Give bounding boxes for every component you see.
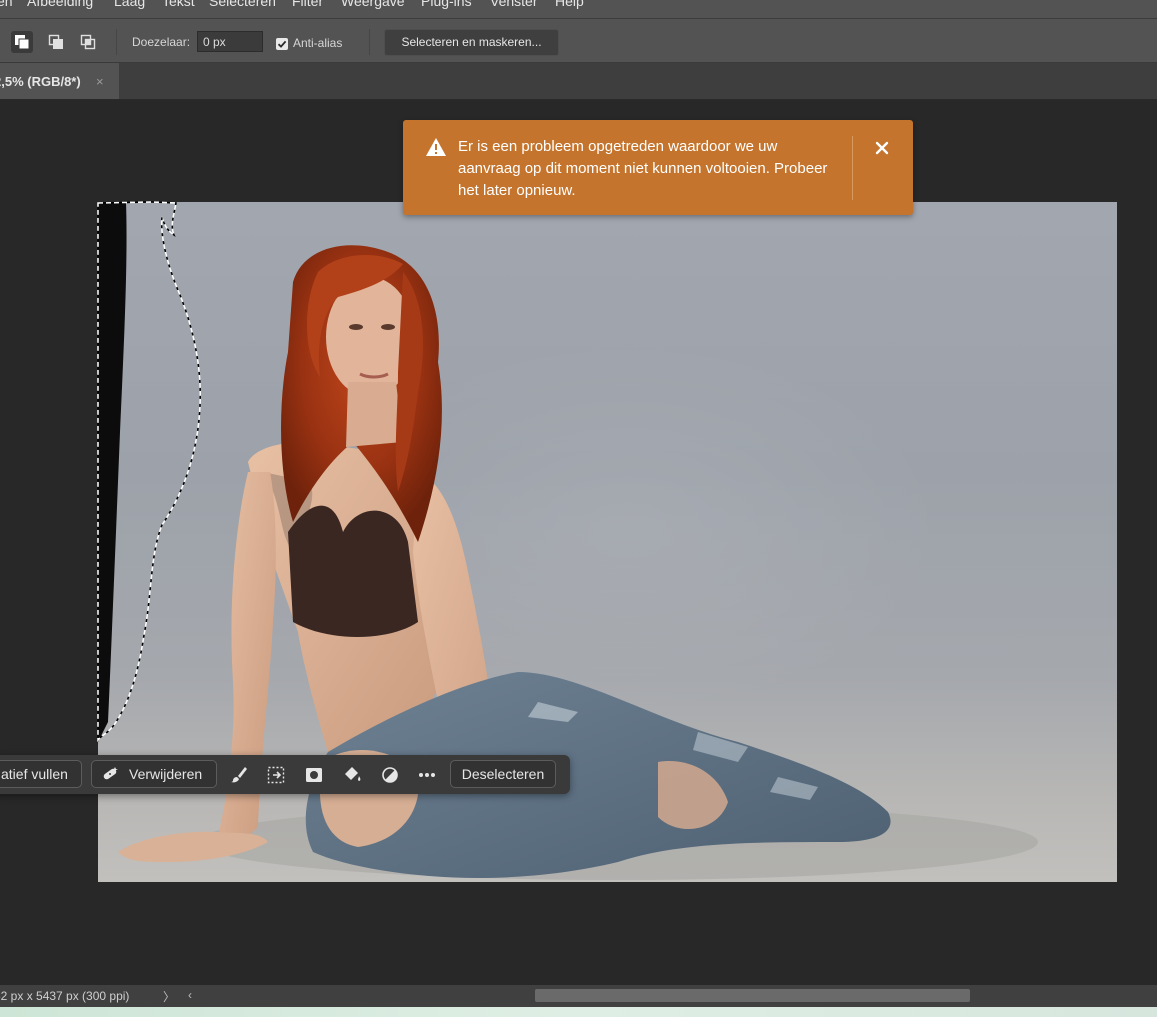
- menu-window[interactable]: Venster: [490, 0, 537, 9]
- options-divider: [369, 29, 370, 55]
- select-and-mask-button[interactable]: Selecteren en maskeren...: [384, 29, 559, 56]
- antialias-checkbox[interactable]: [276, 38, 288, 50]
- menu-edit[interactable]: en: [0, 0, 13, 9]
- deselect-button[interactable]: Deselecteren: [450, 760, 556, 788]
- menu-view[interactable]: Weergave: [341, 0, 405, 9]
- brush-icon[interactable]: [229, 765, 249, 785]
- add-to-selection-button[interactable]: [45, 31, 67, 53]
- remove-label: Verwijderen: [129, 766, 203, 782]
- horizontal-scrollbar[interactable]: [535, 989, 970, 1002]
- adjustment-icon[interactable]: [380, 765, 400, 785]
- options-divider: [116, 29, 117, 55]
- menu-filter[interactable]: Filter: [292, 0, 323, 9]
- warning-icon: [426, 138, 446, 156]
- more-icon[interactable]: [417, 765, 437, 785]
- menu-help[interactable]: Help: [555, 0, 584, 9]
- menu-select[interactable]: Selecteren: [209, 0, 276, 9]
- options-bar: Doezelaar: Anti-alias Selecteren en mask…: [0, 18, 1157, 63]
- new-selection-button[interactable]: [11, 31, 33, 53]
- menu-bar: en Afbeelding Laag Tekst Selecteren Filt…: [0, 0, 1157, 18]
- intersect-selection-button[interactable]: [77, 31, 99, 53]
- antialias-label: Anti-alias: [293, 36, 343, 50]
- toast-divider: [852, 136, 853, 200]
- document-tab-bar: 2,5% (RGB/8*) ×: [0, 63, 1157, 100]
- document-tab[interactable]: 2,5% (RGB/8*) ×: [0, 63, 119, 99]
- generative-fill-button[interactable]: atief vullen: [0, 760, 82, 788]
- close-icon[interactable]: [873, 139, 891, 157]
- generative-fill-label: atief vullen: [1, 766, 68, 782]
- close-icon[interactable]: ×: [96, 74, 104, 89]
- menu-plugins[interactable]: Plug-ins: [421, 0, 472, 9]
- menu-layer[interactable]: Laag: [114, 0, 145, 9]
- bandage-icon: [103, 767, 118, 780]
- feather-label: Doezelaar:: [132, 35, 191, 49]
- toast-message: Er is een probleem opgetreden waardoor w…: [458, 138, 828, 199]
- checkmark-icon: [277, 40, 287, 48]
- document-tab-title: 2,5% (RGB/8*): [0, 74, 81, 89]
- menu-image[interactable]: Afbeelding: [27, 0, 93, 9]
- status-expand-arrow[interactable]: 〉: [163, 988, 175, 1005]
- status-bar: 52 px x 5437 px (300 ppi) 〉 ‹: [0, 985, 1157, 1007]
- transform-selection-icon[interactable]: [266, 765, 286, 785]
- new-selection-icon: [15, 35, 30, 50]
- document-info: 52 px x 5437 px (300 ppi): [0, 989, 130, 1003]
- selection-outline: [97, 201, 202, 743]
- mask-icon[interactable]: [304, 765, 324, 785]
- paint-bucket-icon[interactable]: [342, 765, 362, 785]
- os-taskbar-strip: [0, 1007, 1157, 1017]
- contextual-task-bar: atief vullen Verwijderen Deselecteren: [0, 755, 570, 794]
- intersect-selection-icon: [80, 34, 96, 50]
- feather-input[interactable]: [197, 31, 263, 52]
- remove-button[interactable]: Verwijderen: [91, 760, 217, 788]
- error-toast: Er is een probleem opgetreden waardoor w…: [403, 120, 913, 215]
- menu-type[interactable]: Tekst: [162, 0, 195, 9]
- scroll-left-arrow[interactable]: ‹: [188, 988, 192, 1002]
- add-to-selection-icon: [48, 34, 63, 49]
- deselect-label: Deselecteren: [461, 766, 545, 782]
